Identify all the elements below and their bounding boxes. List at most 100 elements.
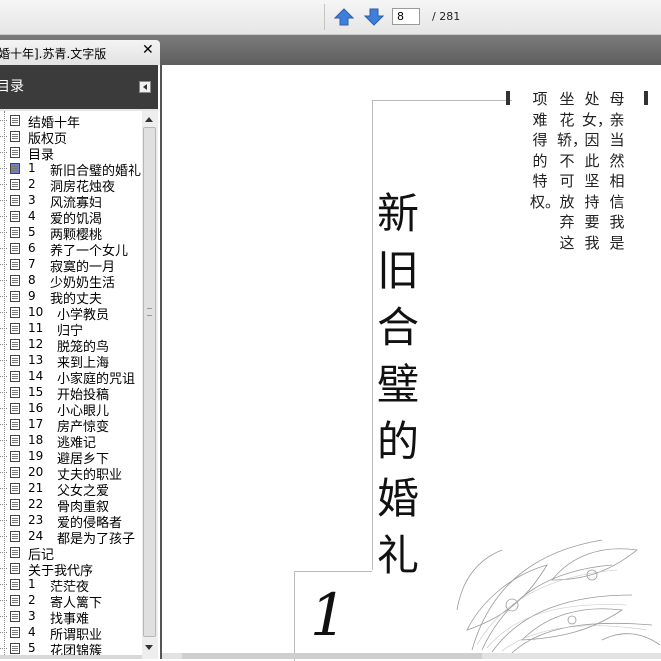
tree-line bbox=[0, 424, 7, 425]
tree-line bbox=[0, 600, 7, 601]
page-icon bbox=[10, 627, 20, 638]
toc-item[interactable]: 后记 bbox=[0, 545, 142, 563]
arrow-up-icon[interactable] bbox=[334, 7, 354, 27]
toc-horizontal-scrollbar[interactable] bbox=[0, 655, 142, 659]
toc-item[interactable]: 7 寂寞的一月 bbox=[0, 257, 142, 275]
document-viewer: 母亲当然相信我是 处女，因此坚持要我 坐花轿，不可放弃这 项难得的特权。 新旧合… bbox=[160, 65, 661, 661]
page-icon bbox=[10, 371, 20, 382]
toc-item[interactable]: 1 茫茫夜 bbox=[0, 577, 142, 595]
page-icon bbox=[10, 579, 20, 590]
page-icon bbox=[10, 563, 20, 574]
page-icon bbox=[10, 259, 20, 270]
tree-line bbox=[0, 408, 7, 409]
toc-item-label: 花团锦簇 bbox=[50, 644, 103, 655]
arrow-down-icon[interactable] bbox=[364, 7, 384, 27]
toc-item[interactable]: 15 开始投稿 bbox=[0, 385, 142, 403]
toc-item-number: 8 bbox=[28, 273, 36, 287]
scroll-up-icon[interactable] bbox=[145, 117, 153, 122]
tree-line bbox=[0, 264, 7, 265]
toc-item[interactable]: 2 洞房花烛夜 bbox=[0, 177, 142, 195]
toc-item[interactable]: 4 所谓职业 bbox=[0, 625, 142, 643]
toc-item-number: 19 bbox=[28, 449, 44, 463]
collapse-arrow-icon[interactable] bbox=[139, 81, 151, 93]
scroll-thumb[interactable] bbox=[143, 127, 156, 637]
tree-line bbox=[0, 632, 7, 633]
toc-item[interactable]: 17 房产惊变 bbox=[0, 417, 142, 435]
toc-item[interactable]: 10 小学教员 bbox=[0, 305, 142, 323]
page-border bbox=[294, 571, 295, 661]
toc-item-number: 17 bbox=[28, 417, 44, 431]
document-tab-title: 婚十年].苏青.文字版 bbox=[0, 47, 107, 61]
toc-item-number: 21 bbox=[28, 481, 44, 495]
toc-item[interactable]: 2 寄人篱下 bbox=[0, 593, 142, 611]
toc-item[interactable]: 9 我的丈夫 bbox=[0, 289, 142, 307]
page-icon bbox=[10, 643, 20, 654]
toc-item[interactable]: 关于我代序 bbox=[0, 561, 142, 579]
toc-item[interactable]: 版权页 bbox=[0, 129, 142, 147]
toc-item[interactable]: 23 爱的侵略者 bbox=[0, 513, 142, 531]
toc-item[interactable]: 14 小家庭的咒诅 bbox=[0, 369, 142, 387]
toc-item-number: 11 bbox=[28, 321, 44, 335]
toc-item[interactable]: 8 少奶奶生活 bbox=[0, 273, 142, 291]
page-icon bbox=[10, 355, 20, 366]
toc-item[interactable]: 21 父女之爱 bbox=[0, 481, 142, 499]
sidebar-header: 目录 bbox=[0, 65, 158, 109]
toc-item[interactable]: 5 花团锦簇 bbox=[0, 641, 142, 655]
toc-item[interactable]: 结婚十年 bbox=[0, 113, 142, 131]
grip-icon bbox=[147, 308, 152, 316]
page-icon bbox=[10, 515, 20, 526]
toc-item[interactable]: 目录 bbox=[0, 145, 142, 163]
toc-item[interactable]: 24 都是为了孩子 bbox=[0, 529, 142, 547]
tree-line bbox=[0, 360, 7, 361]
tree-line bbox=[0, 584, 7, 585]
close-icon[interactable]: ✕ bbox=[142, 42, 154, 58]
tree-line bbox=[0, 296, 7, 297]
page-icon bbox=[10, 339, 20, 350]
tree-line bbox=[0, 216, 7, 217]
toc-item[interactable]: 1 新旧合璧的婚礼 bbox=[0, 160, 142, 179]
toc-item[interactable]: 11 归宁 bbox=[0, 321, 142, 339]
tree-line bbox=[0, 472, 7, 473]
toc-item-number: 7 bbox=[28, 257, 36, 271]
toc-tree: 结婚十年 版权页 目录 1 新旧合璧的婚礼 2 洞房花烛夜 3 风流寡妇 4 爱的饥渴 5 两颗樱桃 6 养… bbox=[0, 111, 142, 655]
scroll-thumb[interactable] bbox=[182, 653, 482, 659]
toc-item[interactable]: 6 养了一个女儿 bbox=[0, 241, 142, 259]
toc-item[interactable]: 13 来到上海 bbox=[0, 353, 142, 371]
toc-item-number: 13 bbox=[28, 353, 44, 367]
tree-line bbox=[0, 184, 7, 185]
toc-item-number: 9 bbox=[28, 289, 36, 303]
tree-line bbox=[0, 440, 7, 441]
page-icon bbox=[10, 243, 20, 254]
toc-item[interactable]: 3 风流寡妇 bbox=[0, 193, 142, 211]
tree-line bbox=[0, 168, 7, 169]
toc-item[interactable]: 22 骨肉重叙 bbox=[0, 497, 142, 515]
page-number-input[interactable] bbox=[392, 8, 420, 25]
tree-line bbox=[0, 200, 7, 201]
toc-item[interactable]: 18 逃难记 bbox=[0, 433, 142, 451]
page-border bbox=[372, 100, 373, 570]
page-icon bbox=[10, 435, 20, 446]
toc-item[interactable]: 19 避居乡下 bbox=[0, 449, 142, 467]
toc-scrollbar[interactable] bbox=[142, 111, 158, 659]
page-icon bbox=[10, 211, 20, 222]
toc-item-number: 2 bbox=[28, 593, 36, 607]
page-icon bbox=[10, 131, 20, 142]
toc-item[interactable]: 20 丈夫的职业 bbox=[0, 465, 142, 483]
document-tab[interactable]: 婚十年].苏青.文字版 ✕ bbox=[0, 40, 160, 65]
tree-line bbox=[0, 136, 7, 137]
toc-item-number: 22 bbox=[28, 497, 44, 511]
toc-item-number: 16 bbox=[28, 401, 44, 415]
toc-item[interactable]: 12 脱笼的鸟 bbox=[0, 337, 142, 355]
toc-item-number: 6 bbox=[28, 241, 36, 255]
horizontal-scrollbar[interactable] bbox=[162, 653, 661, 659]
page-icon bbox=[10, 195, 20, 206]
toc-item[interactable]: 4 爱的饥渴 bbox=[0, 209, 142, 227]
toc-item[interactable]: 16 小心眼儿 bbox=[0, 401, 142, 419]
toc-item[interactable]: 5 两颗樱桃 bbox=[0, 225, 142, 243]
tree-line bbox=[0, 344, 7, 345]
toc-item[interactable]: 3 找事难 bbox=[0, 609, 142, 627]
page-icon bbox=[10, 147, 20, 158]
tree-line bbox=[0, 616, 7, 617]
page-icon bbox=[10, 419, 20, 430]
scroll-down-icon[interactable] bbox=[145, 645, 153, 650]
